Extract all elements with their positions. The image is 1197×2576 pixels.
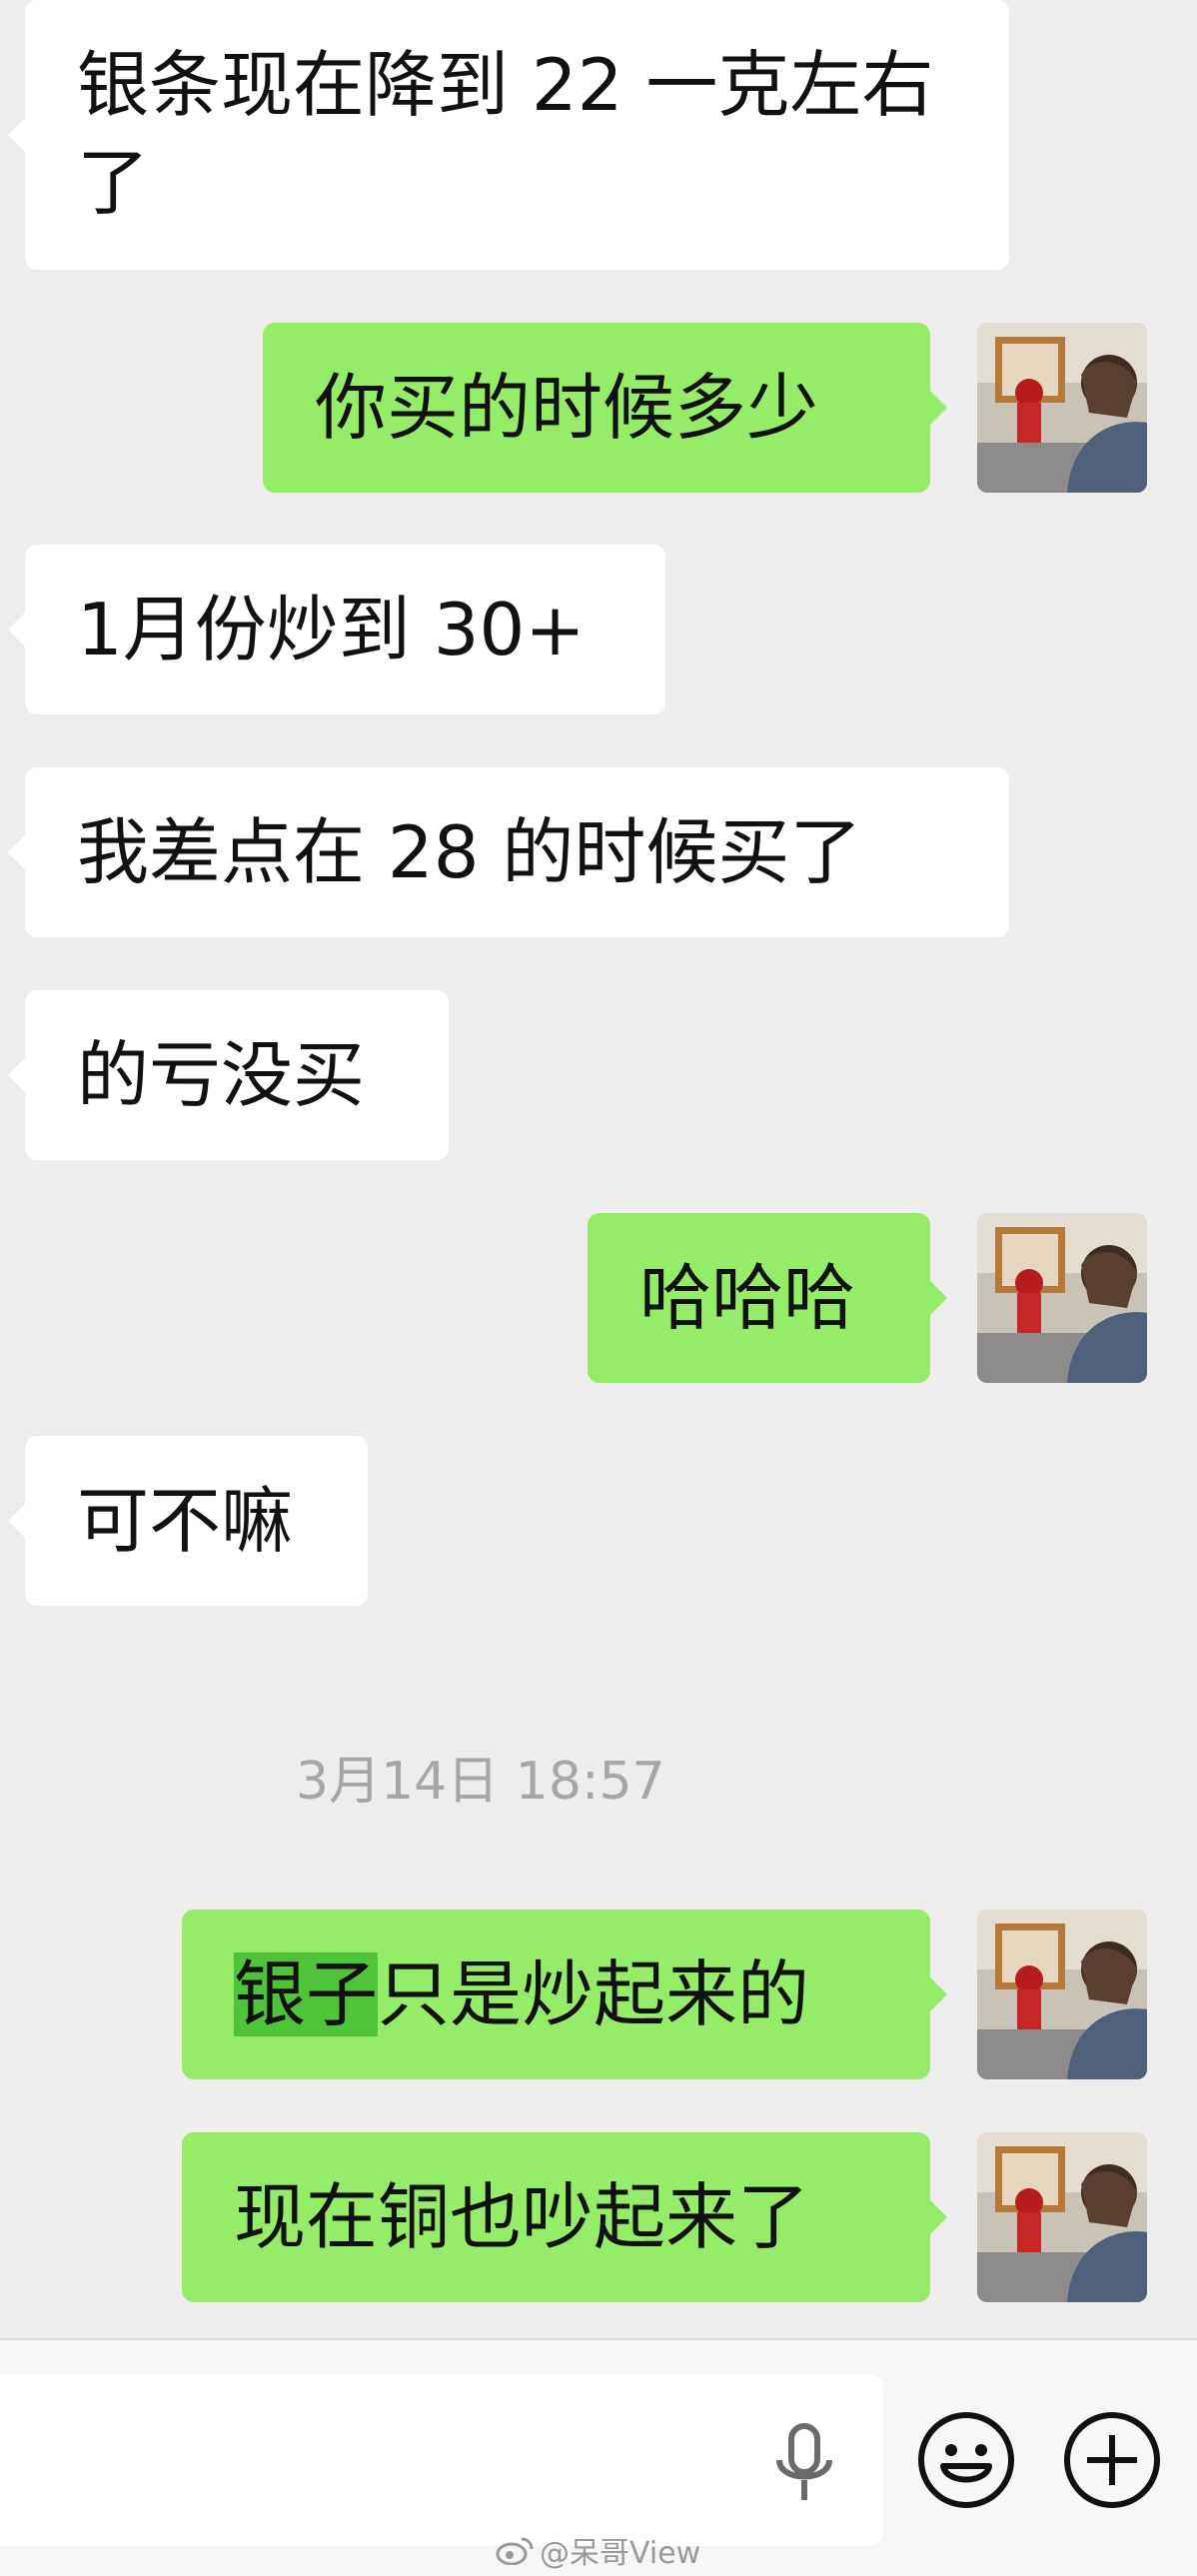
message-text: 的亏没买 xyxy=(77,1033,366,1117)
avatar-photo-icon xyxy=(977,323,1147,493)
message-text: 银条现在降到 22 一克左右了 xyxy=(77,43,934,225)
message-input[interactable] xyxy=(0,2374,883,2546)
avatar[interactable] xyxy=(977,1910,1147,2079)
microphone-icon[interactable] xyxy=(769,2420,839,2510)
message-text: 你买的时候多少 xyxy=(315,366,819,450)
avatar-photo-icon xyxy=(977,2132,1147,2302)
message-bubble-outgoing[interactable]: 银子只是炒起来的 xyxy=(182,1910,947,2079)
message-bubble-incoming[interactable]: 银条现在降到 22 一克左右了 xyxy=(8,0,1009,270)
message-text: 现在铜也吵起来了 xyxy=(234,2175,810,2259)
message-text: 哈哈哈 xyxy=(639,1256,856,1340)
watermark: @呆哥View xyxy=(496,2528,700,2572)
selected-text-highlight[interactable]: 银子 xyxy=(234,1952,379,2036)
message-text: 我差点在 28 的时候买了 xyxy=(77,810,862,894)
message-bubble-incoming[interactable]: 1月份炒到 30+ xyxy=(8,545,665,714)
watermark-text: @呆哥View xyxy=(540,2536,701,2571)
message-bubble-incoming[interactable]: 的亏没买 xyxy=(8,990,449,1160)
weibo-logo-icon xyxy=(496,2537,534,2565)
message-bubble-outgoing[interactable]: 哈哈哈 xyxy=(588,1213,947,1383)
message-bubble-outgoing[interactable]: 现在铜也吵起来了 xyxy=(182,2132,947,2302)
message-timestamp: 3月14日 18:57 xyxy=(296,1752,665,1812)
avatar-photo-icon xyxy=(977,1213,1147,1383)
plus-icon[interactable] xyxy=(1062,2410,1162,2510)
avatar[interactable] xyxy=(977,1213,1147,1383)
message-bubble-incoming[interactable]: 我差点在 28 的时候买了 xyxy=(8,767,1009,937)
message-bubble-incoming[interactable]: 可不嘛 xyxy=(8,1436,368,1606)
chat-area: 银条现在降到 22 一克左右了 你买的时候多少 1月份炒到 30+ 我差点在 2… xyxy=(0,0,1197,2338)
message-text-rest: 只是炒起来的 xyxy=(378,1952,810,2036)
avatar-photo-icon xyxy=(977,1910,1147,2079)
message-text: 1月份炒到 30+ xyxy=(77,588,586,671)
avatar[interactable] xyxy=(977,323,1147,493)
message-text: 可不嘛 xyxy=(77,1479,294,1563)
message-bubble-outgoing[interactable]: 你买的时候多少 xyxy=(263,323,947,493)
message-text: 银子只是炒起来的 xyxy=(234,1945,809,2043)
avatar[interactable] xyxy=(977,2132,1147,2302)
smiley-icon[interactable] xyxy=(916,2410,1016,2510)
